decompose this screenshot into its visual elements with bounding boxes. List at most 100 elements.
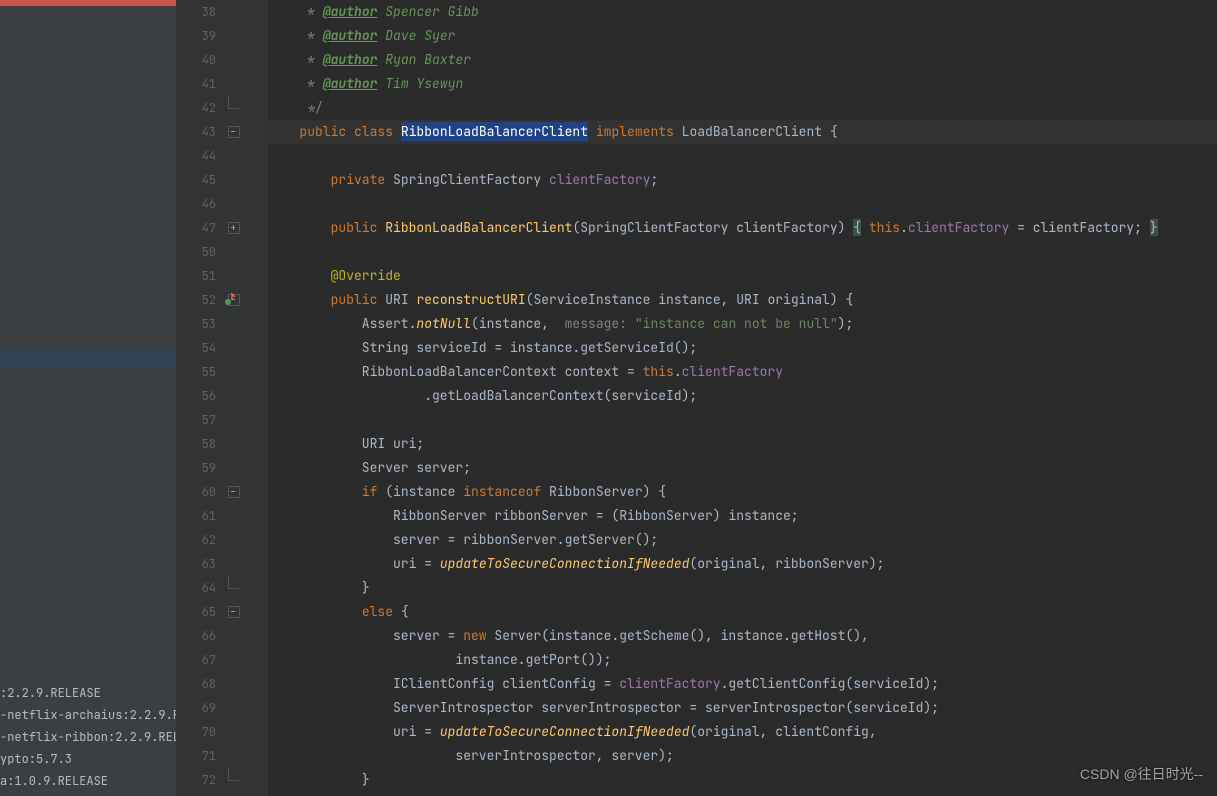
line-number[interactable]: 54 — [176, 336, 222, 360]
code-line[interactable]: URI uri; — [268, 432, 1217, 456]
line-number[interactable]: 39 — [176, 24, 222, 48]
line-number[interactable]: 51 — [176, 264, 222, 288]
line-number[interactable]: 56 — [176, 384, 222, 408]
line-number[interactable]: 60 — [176, 480, 222, 504]
gutter-row: 68 — [176, 672, 268, 696]
line-number[interactable]: 43 — [176, 120, 222, 144]
code-line[interactable]: RibbonLoadBalancerContext context = this… — [268, 360, 1217, 384]
gutter-row: 61 — [176, 504, 268, 528]
gutter-row: 47 — [176, 216, 268, 240]
code-line[interactable]: Assert.notNull(instance, message: "insta… — [268, 312, 1217, 336]
line-number[interactable]: 63 — [176, 552, 222, 576]
code-line[interactable]: * @author Dave Syer — [268, 24, 1217, 48]
line-number[interactable]: 42 — [176, 96, 222, 120]
list-item[interactable]: -netflix-ribbon:2.2.9.RELEASE — [0, 726, 176, 748]
gutter-row: 52 — [176, 288, 268, 312]
sidebar-spacer — [0, 0, 176, 678]
gutter-marks — [222, 144, 268, 168]
line-number[interactable]: 64 — [176, 576, 222, 600]
code-line[interactable]: server = ribbonServer.getServer(); — [268, 528, 1217, 552]
gutter-row: 70 — [176, 720, 268, 744]
code-line[interactable]: ServerIntrospector serverIntrospector = … — [268, 696, 1217, 720]
code-line[interactable]: private SpringClientFactory clientFactor… — [268, 168, 1217, 192]
line-number[interactable]: 59 — [176, 456, 222, 480]
code-line[interactable] — [268, 408, 1217, 432]
gutter-row: 45 — [176, 168, 268, 192]
line-number[interactable]: 41 — [176, 72, 222, 96]
line-number[interactable]: 58 — [176, 432, 222, 456]
gutter-marks — [222, 528, 268, 552]
line-number[interactable]: 68 — [176, 672, 222, 696]
gutter-row: 56 — [176, 384, 268, 408]
code-line[interactable]: String serviceId = instance.getServiceId… — [268, 336, 1217, 360]
line-number[interactable]: 71 — [176, 744, 222, 768]
code-line[interactable]: if (instance instanceof RibbonServer) { — [268, 480, 1217, 504]
code-line[interactable]: serverIntrospector, server); — [268, 744, 1217, 768]
code-line[interactable]: } — [268, 768, 1217, 792]
gutter-row: 42 — [176, 96, 268, 120]
override-gutter-icon[interactable] — [224, 292, 236, 306]
list-item[interactable]: a:1.0.9.RELEASE — [0, 770, 176, 792]
code-line[interactable] — [268, 144, 1217, 168]
code-line[interactable]: else { — [268, 600, 1217, 624]
line-number[interactable]: 67 — [176, 648, 222, 672]
list-item[interactable]: :2.2.9.RELEASE — [0, 682, 176, 704]
line-number[interactable]: 62 — [176, 528, 222, 552]
code-line[interactable]: public class RibbonLoadBalancerClient im… — [268, 120, 1217, 144]
code-line[interactable]: server = new Server(instance.getScheme()… — [268, 624, 1217, 648]
line-number[interactable]: 57 — [176, 408, 222, 432]
code-line[interactable]: IClientConfig clientConfig = clientFacto… — [268, 672, 1217, 696]
line-number[interactable]: 52 — [176, 288, 222, 312]
gutter-row: 39 — [176, 24, 268, 48]
line-number[interactable]: 38 — [176, 0, 222, 24]
code-line[interactable]: .getLoadBalancerContext(serviceId); — [268, 384, 1217, 408]
code-line[interactable] — [268, 240, 1217, 264]
line-number[interactable]: 66 — [176, 624, 222, 648]
line-number[interactable]: 45 — [176, 168, 222, 192]
gutter-marks — [222, 480, 268, 504]
code-line[interactable]: * @author Ryan Baxter — [268, 48, 1217, 72]
line-number[interactable]: 72 — [176, 768, 222, 792]
code-line[interactable]: uri = updateToSecureConnectionIfNeeded(o… — [268, 552, 1217, 576]
line-number[interactable]: 46 — [176, 192, 222, 216]
code-line[interactable]: * @author Tim Ysewyn — [268, 72, 1217, 96]
code-line[interactable]: instance.getPort()); — [268, 648, 1217, 672]
code-line[interactable]: Server server; — [268, 456, 1217, 480]
code-line[interactable]: uri = updateToSecureConnectionIfNeeded(o… — [268, 720, 1217, 744]
line-number[interactable]: 70 — [176, 720, 222, 744]
gutter-row: 43 — [176, 120, 268, 144]
gutter-row: 67 — [176, 648, 268, 672]
line-number[interactable]: 69 — [176, 696, 222, 720]
code-line[interactable]: public RibbonLoadBalancerClient(SpringCl… — [268, 216, 1217, 240]
line-number[interactable]: 40 — [176, 48, 222, 72]
line-gutter: 3839404142434445464750515253545556575859… — [176, 0, 268, 796]
gutter-marks — [222, 576, 268, 600]
code-line[interactable]: * @author Spencer Gibb — [268, 0, 1217, 24]
code-line[interactable]: @Override — [268, 264, 1217, 288]
gutter-row: 72 — [176, 768, 268, 792]
fold-toggle-icon[interactable] — [228, 126, 240, 138]
code-editor[interactable]: 3839404142434445464750515253545556575859… — [176, 0, 1217, 796]
code-line[interactable]: */ — [268, 96, 1217, 120]
line-number[interactable]: 47 — [176, 216, 222, 240]
fold-collapsed-icon[interactable] — [228, 222, 240, 234]
fold-toggle-icon[interactable] — [228, 486, 240, 498]
line-number[interactable]: 53 — [176, 312, 222, 336]
gutter-row: 53 — [176, 312, 268, 336]
code-line[interactable]: } — [268, 576, 1217, 600]
gutter-row: 55 — [176, 360, 268, 384]
line-number[interactable]: 44 — [176, 144, 222, 168]
line-number[interactable]: 65 — [176, 600, 222, 624]
line-number[interactable]: 61 — [176, 504, 222, 528]
gutter-row: 71 — [176, 744, 268, 768]
code-line[interactable] — [268, 192, 1217, 216]
line-number[interactable]: 50 — [176, 240, 222, 264]
line-number[interactable]: 55 — [176, 360, 222, 384]
fold-toggle-icon[interactable] — [228, 606, 240, 618]
list-item[interactable]: -netflix-archaius:2.2.9.RELEASE — [0, 704, 176, 726]
code-line[interactable]: RibbonServer ribbonServer = (RibbonServe… — [268, 504, 1217, 528]
list-item[interactable]: ypto:5.7.3 — [0, 748, 176, 770]
code-line[interactable]: public URI reconstructURI(ServiceInstanc… — [268, 288, 1217, 312]
gutter-marks — [222, 120, 268, 144]
code-area[interactable]: * @author Spencer Gibb * @author Dave Sy… — [268, 0, 1217, 796]
